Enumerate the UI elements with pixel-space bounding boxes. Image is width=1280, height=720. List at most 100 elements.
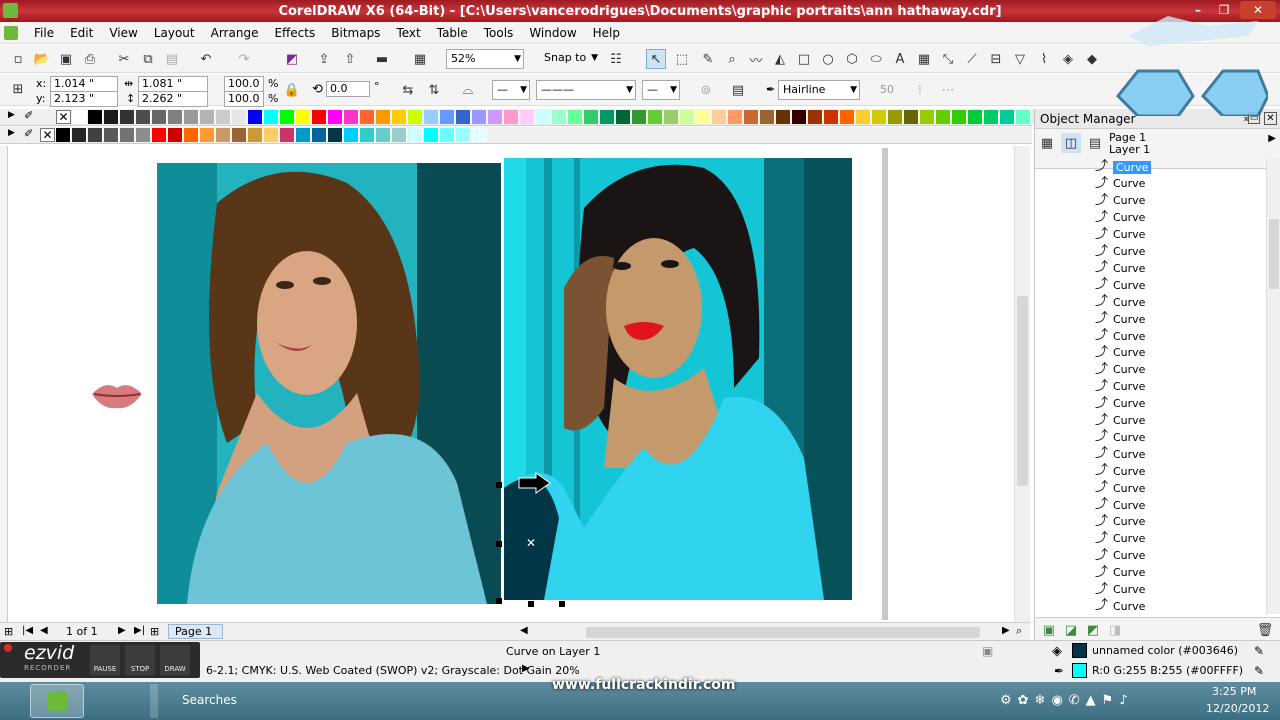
color-swatch[interactable] — [184, 110, 199, 124]
color-swatch[interactable] — [88, 110, 103, 124]
smart-fill-icon[interactable]: ◭ — [770, 49, 790, 69]
color-swatch[interactable] — [968, 110, 983, 124]
import-icon[interactable]: ◩ — [282, 49, 302, 69]
color-swatch[interactable] — [408, 128, 423, 142]
object-tree-item[interactable]: ⤴ Curve — [1095, 277, 1145, 293]
color-swatch[interactable] — [104, 128, 119, 142]
previous-page-icon[interactable]: ◀ — [40, 625, 48, 636]
polygon-tool-icon[interactable]: ⬡ — [842, 49, 862, 69]
color-swatch[interactable] — [168, 128, 183, 142]
color-swatch[interactable] — [216, 110, 231, 124]
color-swatch[interactable] — [376, 128, 391, 142]
freehand-tool-icon[interactable]: 〰 — [746, 49, 766, 69]
undo-icon[interactable]: ↶ — [196, 49, 216, 69]
object-tree-item[interactable]: ⤴ Curve — [1095, 159, 1152, 175]
object-tree-item[interactable]: ⤴ Curve — [1095, 463, 1145, 479]
layer-manager-view-icon[interactable]: ▤ — [1085, 133, 1105, 153]
color-swatch[interactable] — [600, 110, 615, 124]
transparency-tool-icon[interactable]: ▽ — [1010, 49, 1030, 69]
object-tree-item[interactable]: ⤴ Curve — [1095, 244, 1145, 260]
export-icon[interactable]: ⇪ — [314, 49, 334, 69]
color-swatch[interactable] — [504, 110, 519, 124]
palette-eyedropper-icon[interactable]: ✐ — [24, 127, 33, 140]
scale-y-input[interactable]: 100.0 — [224, 91, 264, 107]
color-swatch[interactable] — [792, 110, 807, 124]
menu-tools[interactable]: Tools — [476, 26, 522, 40]
color-swatch[interactable] — [456, 110, 471, 124]
color-swatch[interactable] — [184, 128, 199, 142]
lock-ratio-icon[interactable]: 🔒 — [282, 80, 302, 100]
color-swatch[interactable] — [392, 128, 407, 142]
vertical-scroll-thumb[interactable] — [1017, 296, 1028, 486]
color-swatch[interactable] — [200, 110, 215, 124]
navigator-zoom-icon[interactable]: ⌕ — [1016, 624, 1022, 638]
color-swatch[interactable] — [248, 110, 263, 124]
end-arrow-select[interactable]: — ▼ — [642, 80, 680, 100]
color-swatch[interactable] — [360, 110, 375, 124]
rectangle-tool-icon[interactable]: □ — [794, 49, 814, 69]
close-curve-icon[interactable]: ⌓ — [458, 80, 478, 100]
color-swatch[interactable] — [408, 110, 423, 124]
eyedropper-tool-icon[interactable]: ⌇ — [1034, 49, 1054, 69]
color-swatch[interactable] — [632, 110, 647, 124]
color-swatch[interactable] — [904, 110, 919, 124]
color-swatch[interactable] — [56, 128, 71, 142]
table-tool-icon[interactable]: ▦ — [914, 49, 934, 69]
wrap-options-icon[interactable]: ▤ — [728, 80, 748, 100]
menu-effects[interactable]: Effects — [266, 26, 323, 40]
color-swatch[interactable] — [488, 110, 503, 124]
clock-time[interactable]: 3:25 PM — [1212, 685, 1256, 698]
color-swatch[interactable] — [72, 110, 87, 124]
color-swatch[interactable] — [312, 128, 327, 142]
zoom-tool-icon[interactable]: ⌕ — [722, 49, 742, 69]
document-icon[interactable] — [4, 25, 18, 40]
color-swatch[interactable] — [392, 110, 407, 124]
color-swatch[interactable] — [744, 110, 759, 124]
object-tree-item[interactable]: ⤴ Curve — [1095, 429, 1145, 445]
page-tab-1[interactable]: Page 1 — [168, 624, 224, 639]
color-swatch[interactable] — [440, 128, 455, 142]
color-swatch[interactable] — [200, 128, 215, 142]
cut-icon[interactable]: ✂ — [114, 49, 134, 69]
color-swatch[interactable] — [72, 128, 87, 142]
selection-center-marker[interactable]: ✕ — [526, 536, 536, 550]
color-swatch[interactable] — [728, 110, 743, 124]
object-tree-scroll-thumb[interactable] — [1269, 219, 1279, 289]
color-swatch[interactable] — [296, 128, 311, 142]
menu-bitmaps[interactable]: Bitmaps — [323, 26, 388, 40]
color-swatch[interactable] — [696, 110, 711, 124]
color-swatch[interactable] — [472, 110, 487, 124]
next-page-icon[interactable]: ▶ — [118, 625, 126, 636]
ellipse-tool-icon[interactable]: ○ — [818, 49, 838, 69]
object-tree-item[interactable]: ⤴ Curve — [1095, 345, 1145, 361]
line-style-select[interactable]: ——— ▼ — [536, 80, 636, 100]
color-profile-arrow-icon[interactable]: ▶ — [522, 663, 530, 674]
menu-text[interactable]: Text — [388, 26, 428, 40]
blend-tool-icon[interactable]: ⊟ — [986, 49, 1006, 69]
object-tree-scrollbar[interactable] — [1266, 159, 1280, 614]
color-swatch[interactable] — [648, 110, 663, 124]
color-swatch[interactable] — [840, 110, 855, 124]
color-swatch[interactable] — [312, 110, 327, 124]
color-swatch[interactable] — [536, 110, 551, 124]
object-tree-item[interactable]: ⤴ Curve — [1095, 413, 1145, 429]
color-swatch[interactable] — [568, 110, 583, 124]
color-swatch[interactable] — [664, 110, 679, 124]
object-origin-icon[interactable]: ⊞ — [8, 79, 28, 99]
redo-icon[interactable]: ↷ — [234, 49, 254, 69]
object-tree-item[interactable]: ⤴ Curve — [1095, 362, 1145, 378]
smoothing-icon[interactable]: ⁝ — [910, 80, 930, 100]
color-swatch[interactable] — [168, 110, 183, 124]
color-swatch[interactable] — [616, 110, 631, 124]
vertical-scrollbar[interactable] — [1014, 146, 1030, 622]
color-swatch[interactable] — [936, 110, 951, 124]
scroll-left-icon[interactable]: ◀ — [520, 625, 528, 636]
reference-photo[interactable] — [157, 163, 501, 604]
text-wrap-icon[interactable]: ⊚ — [696, 80, 716, 100]
menu-view[interactable]: View — [101, 26, 145, 40]
color-swatch[interactable] — [424, 110, 439, 124]
zoom-levels-select[interactable]: 52% ▼ — [446, 49, 524, 69]
object-tree-item[interactable]: ⤴ Curve — [1095, 446, 1145, 462]
color-swatch[interactable] — [232, 128, 247, 142]
fill-color-swatch[interactable] — [1072, 643, 1087, 658]
